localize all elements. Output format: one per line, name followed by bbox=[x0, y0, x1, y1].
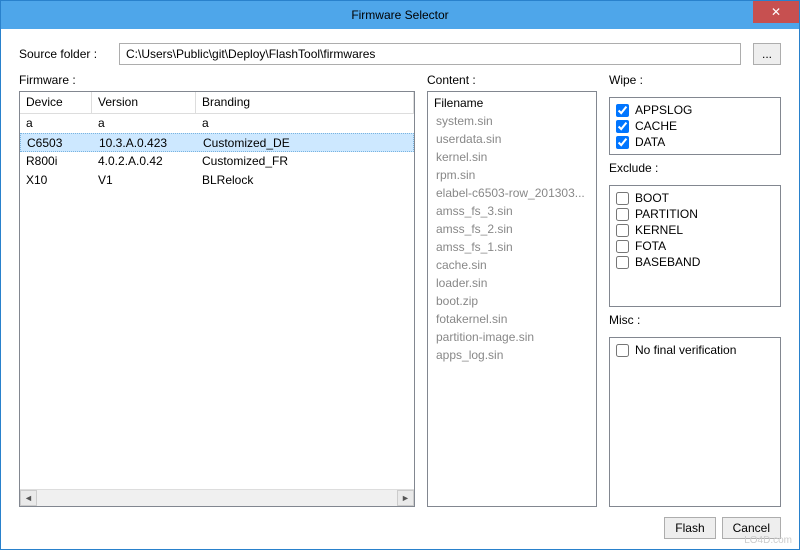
close-icon: ✕ bbox=[771, 6, 781, 18]
exclude-checkbox[interactable] bbox=[616, 256, 629, 269]
exclude-option[interactable]: BASEBAND bbox=[616, 254, 774, 270]
firmware-table-header: Device Version Branding bbox=[20, 92, 414, 114]
header-device[interactable]: Device bbox=[20, 92, 92, 113]
dialog-button-row: Flash Cancel bbox=[19, 515, 781, 539]
flash-button[interactable]: Flash bbox=[664, 517, 715, 539]
misc-option[interactable]: No final verification bbox=[616, 342, 774, 358]
exclude-label: FOTA bbox=[635, 239, 666, 253]
wipe-option[interactable]: CACHE bbox=[616, 118, 774, 134]
list-item[interactable]: loader.sin bbox=[432, 274, 592, 292]
list-item[interactable]: cache.sin bbox=[432, 256, 592, 274]
list-item[interactable]: apps_log.sin bbox=[432, 346, 592, 364]
content-listbox[interactable]: Filename system.sinuserdata.sinkernel.si… bbox=[427, 91, 597, 507]
cell-device: R800i bbox=[20, 152, 92, 171]
cell-version: V1 bbox=[92, 171, 196, 190]
list-item[interactable]: fotakernel.sin bbox=[432, 310, 592, 328]
wipe-option[interactable]: APPSLOG bbox=[616, 102, 774, 118]
source-folder-row: Source folder : ... bbox=[19, 43, 781, 65]
content-label: Content : bbox=[427, 73, 597, 87]
header-branding[interactable]: Branding bbox=[196, 92, 414, 113]
wipe-label: DATA bbox=[635, 135, 665, 149]
list-item[interactable]: amss_fs_2.sin bbox=[432, 220, 592, 238]
exclude-label: BASEBAND bbox=[635, 255, 700, 269]
list-item[interactable]: boot.zip bbox=[432, 292, 592, 310]
list-item[interactable]: system.sin bbox=[432, 112, 592, 130]
list-item[interactable]: amss_fs_1.sin bbox=[432, 238, 592, 256]
exclude-label: PARTITION bbox=[635, 207, 698, 221]
content-panel: Content : Filename system.sinuserdata.si… bbox=[427, 73, 597, 507]
cell-device: C6503 bbox=[21, 134, 93, 151]
table-row[interactable]: X10V1BLRelock bbox=[20, 171, 414, 190]
cell-branding: BLRelock bbox=[196, 171, 414, 190]
exclude-checkgroup: BOOT PARTITION KERNEL FOTA BASEBAND bbox=[609, 185, 781, 307]
misc-label: No final verification bbox=[635, 343, 736, 357]
list-item[interactable]: userdata.sin bbox=[432, 130, 592, 148]
cell-device: X10 bbox=[20, 171, 92, 190]
exclude-checkbox[interactable] bbox=[616, 224, 629, 237]
list-item[interactable]: kernel.sin bbox=[432, 148, 592, 166]
wipe-label: Wipe : bbox=[609, 73, 781, 87]
window-title: Firmware Selector bbox=[1, 8, 799, 22]
exclude-option[interactable]: KERNEL bbox=[616, 222, 774, 238]
horizontal-scrollbar[interactable]: ◄ ► bbox=[20, 489, 414, 506]
firmware-selector-window: Firmware Selector ✕ Source folder : ... … bbox=[0, 0, 800, 550]
filter-device[interactable]: a bbox=[20, 114, 92, 133]
cancel-button[interactable]: Cancel bbox=[722, 517, 781, 539]
wipe-option[interactable]: DATA bbox=[616, 134, 774, 150]
exclude-checkbox[interactable] bbox=[616, 192, 629, 205]
wipe-checkbox[interactable] bbox=[616, 104, 629, 117]
firmware-table-body: a a a C650310.3.A.0.423Customized_DER800… bbox=[20, 114, 414, 489]
exclude-option[interactable]: PARTITION bbox=[616, 206, 774, 222]
source-folder-label: Source folder : bbox=[19, 47, 107, 61]
wipe-label: APPSLOG bbox=[635, 103, 692, 117]
exclude-label: Exclude : bbox=[609, 161, 781, 175]
misc-checkgroup: No final verification bbox=[609, 337, 781, 507]
cell-version: 10.3.A.0.423 bbox=[93, 134, 197, 151]
list-item[interactable]: rpm.sin bbox=[432, 166, 592, 184]
list-item[interactable]: elabel-c6503-row_201303... bbox=[432, 184, 592, 202]
exclude-checkbox[interactable] bbox=[616, 240, 629, 253]
main-panels: Firmware : Device Version Branding a a a… bbox=[19, 73, 781, 507]
scroll-track[interactable] bbox=[37, 490, 397, 506]
list-item[interactable]: partition-image.sin bbox=[432, 328, 592, 346]
dialog-body: Source folder : ... Firmware : Device Ve… bbox=[1, 29, 799, 549]
exclude-label: BOOT bbox=[635, 191, 669, 205]
list-item[interactable]: amss_fs_3.sin bbox=[432, 202, 592, 220]
filter-branding[interactable]: a bbox=[196, 114, 414, 133]
wipe-checkbox[interactable] bbox=[616, 136, 629, 149]
right-panel: Wipe : APPSLOG CACHE DATA Exclude : BOOT PA… bbox=[609, 73, 781, 507]
cell-branding: Customized_DE bbox=[197, 134, 413, 151]
exclude-checkbox[interactable] bbox=[616, 208, 629, 221]
source-folder-input[interactable] bbox=[119, 43, 741, 65]
table-row[interactable]: C650310.3.A.0.423Customized_DE bbox=[20, 133, 414, 152]
cell-version: 4.0.2.A.0.42 bbox=[92, 152, 196, 171]
misc-checkbox[interactable] bbox=[616, 344, 629, 357]
exclude-option[interactable]: BOOT bbox=[616, 190, 774, 206]
titlebar: Firmware Selector ✕ bbox=[1, 1, 799, 29]
firmware-label: Firmware : bbox=[19, 73, 415, 87]
scroll-left-icon[interactable]: ◄ bbox=[20, 490, 37, 506]
filter-version[interactable]: a bbox=[92, 114, 196, 133]
filter-row: a a a bbox=[20, 114, 414, 133]
table-row[interactable]: R800i4.0.2.A.0.42Customized_FR bbox=[20, 152, 414, 171]
exclude-option[interactable]: FOTA bbox=[616, 238, 774, 254]
close-button[interactable]: ✕ bbox=[753, 1, 799, 23]
misc-label: Misc : bbox=[609, 313, 781, 327]
content-header: Filename bbox=[432, 94, 592, 112]
exclude-label: KERNEL bbox=[635, 223, 683, 237]
firmware-panel: Firmware : Device Version Branding a a a… bbox=[19, 73, 415, 507]
header-version[interactable]: Version bbox=[92, 92, 196, 113]
wipe-label: CACHE bbox=[635, 119, 677, 133]
wipe-checkgroup: APPSLOG CACHE DATA bbox=[609, 97, 781, 155]
browse-button[interactable]: ... bbox=[753, 43, 781, 65]
scroll-right-icon[interactable]: ► bbox=[397, 490, 414, 506]
cell-branding: Customized_FR bbox=[196, 152, 414, 171]
firmware-table: Device Version Branding a a a C650310.3.… bbox=[19, 91, 415, 507]
wipe-checkbox[interactable] bbox=[616, 120, 629, 133]
